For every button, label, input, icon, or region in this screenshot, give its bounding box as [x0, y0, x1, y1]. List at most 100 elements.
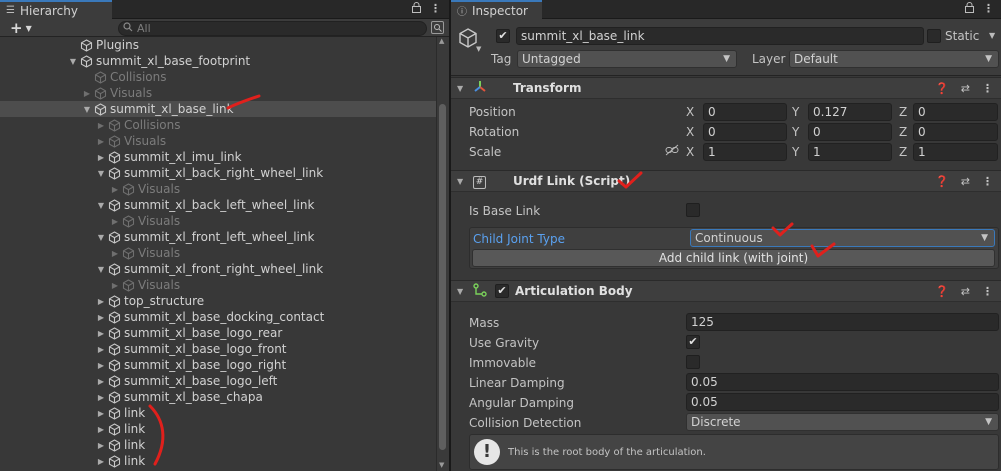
scene-search-mode-icon[interactable] — [431, 21, 444, 34]
search-input[interactable]: All — [118, 21, 427, 36]
rotation-y-axis-label[interactable]: Y — [792, 125, 799, 139]
hierarchy-row[interactable]: ▶ link — [0, 453, 436, 469]
expand-arrow-right-icon[interactable]: ▶ — [96, 377, 106, 386]
tab-inspector[interactable]: ⓘ Inspector — [451, 0, 542, 19]
position-y-axis-label[interactable]: Y — [792, 105, 799, 119]
help-icon[interactable]: ❓ — [935, 175, 949, 188]
more-options-icon[interactable]: ⋮ — [982, 175, 993, 188]
expand-arrow-down-icon[interactable]: ▼ — [96, 201, 106, 210]
more-options-icon[interactable]: ⋮ — [982, 82, 993, 95]
tag-dropdown[interactable]: Untagged ▼ — [517, 50, 737, 68]
transform-header[interactable]: ▼ Transform ❓ ⇄ ⋮ — [451, 77, 1001, 99]
scroll-up-icon[interactable]: ▲ — [439, 37, 444, 45]
position-x-axis-label[interactable]: X — [686, 105, 694, 119]
hierarchy-row[interactable]: ▼ summit_xl_back_left_wheel_link — [0, 197, 436, 213]
hierarchy-row[interactable]: ▼ summit_xl_front_right_wheel_link — [0, 261, 436, 277]
expand-arrow-down-icon[interactable]: ▼ — [82, 105, 92, 114]
expand-arrow-right-icon[interactable]: ▶ — [110, 217, 120, 226]
mass-field[interactable]: 125 — [686, 313, 999, 331]
hierarchy-row-selected[interactable]: ▼ summit_xl_base_link — [0, 101, 436, 117]
position-y-field[interactable]: 0.127 — [808, 103, 892, 121]
more-options-icon[interactable]: ⋮ — [983, 2, 994, 17]
rotation-x-axis-label[interactable]: X — [686, 125, 694, 139]
collision-detection-dropdown[interactable]: Discrete ▼ — [686, 413, 999, 431]
expand-arrow-right-icon[interactable]: ▶ — [96, 393, 106, 402]
linear-damping-field[interactable]: 0.05 — [686, 373, 999, 391]
expand-arrow-right-icon[interactable]: ▶ — [96, 409, 106, 418]
hierarchy-row[interactable]: Collisions — [0, 69, 436, 85]
more-options-icon[interactable]: ⋮ — [430, 2, 441, 17]
expand-arrow-down-icon[interactable]: ▼ — [96, 265, 106, 274]
child-joint-type-dropdown[interactable]: Continuous ▼ — [690, 229, 995, 247]
position-z-field[interactable]: 0 — [913, 103, 998, 121]
hierarchy-row[interactable]: ▶ top_structure — [0, 293, 436, 309]
scale-z-field[interactable]: 1 — [913, 143, 998, 161]
add-child-link-button[interactable]: Add child link (with joint) — [472, 249, 995, 267]
hierarchy-row[interactable]: ▶ link — [0, 437, 436, 453]
expand-arrow-right-icon[interactable]: ▶ — [96, 425, 106, 434]
lock-icon[interactable] — [412, 2, 421, 17]
hierarchy-row[interactable]: ▼ summit_xl_base_footprint — [0, 53, 436, 69]
hierarchy-row[interactable]: ▶ summit_xl_base_chapa — [0, 389, 436, 405]
expand-arrow-right-icon[interactable]: ▶ — [96, 329, 106, 338]
scale-y-axis-label[interactable]: Y — [792, 145, 799, 159]
static-dropdown-icon[interactable]: ▼ — [989, 31, 995, 40]
lock-icon[interactable] — [965, 2, 974, 17]
hierarchy-row[interactable]: ▼ summit_xl_front_left_wheel_link — [0, 229, 436, 245]
scale-z-axis-label[interactable]: Z — [899, 145, 907, 159]
static-checkbox[interactable] — [927, 29, 941, 43]
hierarchy-row[interactable]: ▶ Visuals — [0, 85, 436, 101]
articulation-body-header[interactable]: ▼ ✔ Articulation Body ❓ ⇄ ⋮ — [451, 280, 1001, 302]
scale-x-field[interactable]: 1 — [703, 143, 787, 161]
hierarchy-scrollbar-thumb[interactable] — [439, 104, 446, 450]
chevron-down-icon[interactable]: ▼ — [476, 45, 481, 53]
hierarchy-row[interactable]: ▶ Visuals — [0, 133, 436, 149]
tab-hierarchy[interactable]: ☰ Hierarchy — [0, 0, 112, 19]
more-options-icon[interactable]: ⋮ — [982, 285, 993, 298]
hierarchy-row[interactable]: ▶ summit_xl_imu_link — [0, 149, 436, 165]
hierarchy-row[interactable]: ▼ summit_xl_back_right_wheel_link — [0, 165, 436, 181]
expand-arrow-right-icon[interactable]: ▶ — [96, 297, 106, 306]
scroll-down-icon[interactable]: ▼ — [439, 461, 444, 469]
expand-arrow-right-icon[interactable]: ▶ — [96, 137, 106, 146]
rotation-y-field[interactable]: 0 — [808, 123, 892, 141]
add-dropdown-button[interactable]: + ▼ — [10, 19, 32, 37]
hierarchy-row[interactable]: ▶ Visuals — [0, 213, 436, 229]
rotation-z-field[interactable]: 0 — [913, 123, 998, 141]
expand-arrow-right-icon[interactable]: ▶ — [96, 457, 106, 466]
presets-icon[interactable]: ⇄ — [961, 285, 970, 298]
expand-arrow-right-icon[interactable]: ▶ — [110, 185, 120, 194]
constrain-proportions-icon[interactable] — [665, 144, 679, 159]
hierarchy-row[interactable]: ▶ summit_xl_base_logo_rear — [0, 325, 436, 341]
fold-arrow-icon[interactable]: ▼ — [457, 287, 471, 296]
rotation-x-field[interactable]: 0 — [703, 123, 787, 141]
presets-icon[interactable]: ⇄ — [961, 175, 970, 188]
expand-arrow-down-icon[interactable]: ▼ — [96, 169, 106, 178]
hierarchy-row[interactable]: ▶ summit_xl_base_logo_front — [0, 341, 436, 357]
use-gravity-checkbox[interactable]: ✔ — [686, 335, 700, 349]
expand-arrow-down-icon[interactable]: ▼ — [96, 233, 106, 242]
expand-arrow-right-icon[interactable]: ▶ — [110, 281, 120, 290]
is-base-link-checkbox[interactable] — [686, 203, 700, 217]
hierarchy-row[interactable]: ▶ link — [0, 421, 436, 437]
angular-damping-field[interactable]: 0.05 — [686, 393, 999, 411]
immovable-checkbox[interactable] — [686, 355, 700, 369]
name-field[interactable]: summit_xl_base_link — [516, 27, 924, 45]
articulation-enabled-checkbox[interactable]: ✔ — [495, 284, 509, 298]
hierarchy-row[interactable]: ▶ summit_xl_base_logo_left — [0, 373, 436, 389]
expand-arrow-right-icon[interactable]: ▶ — [110, 249, 120, 258]
rotation-z-axis-label[interactable]: Z — [899, 125, 907, 139]
hierarchy-row[interactable]: ▶ summit_xl_base_docking_contact — [0, 309, 436, 325]
help-icon[interactable]: ❓ — [935, 285, 949, 298]
scale-x-axis-label[interactable]: X — [686, 145, 694, 159]
urdf-link-header[interactable]: ▼ # Urdf Link (Script) ❓ ⇄ ⋮ — [451, 170, 1001, 192]
hierarchy-row[interactable]: ▶ Visuals — [0, 277, 436, 293]
expand-arrow-right-icon[interactable]: ▶ — [96, 153, 106, 162]
fold-arrow-icon[interactable]: ▼ — [457, 84, 471, 93]
expand-arrow-right-icon[interactable]: ▶ — [82, 89, 92, 98]
expand-arrow-right-icon[interactable]: ▶ — [96, 345, 106, 354]
presets-icon[interactable]: ⇄ — [961, 82, 970, 95]
expand-arrow-right-icon[interactable]: ▶ — [96, 121, 106, 130]
position-x-field[interactable]: 0 — [703, 103, 787, 121]
active-checkbox[interactable]: ✔ — [496, 29, 510, 43]
